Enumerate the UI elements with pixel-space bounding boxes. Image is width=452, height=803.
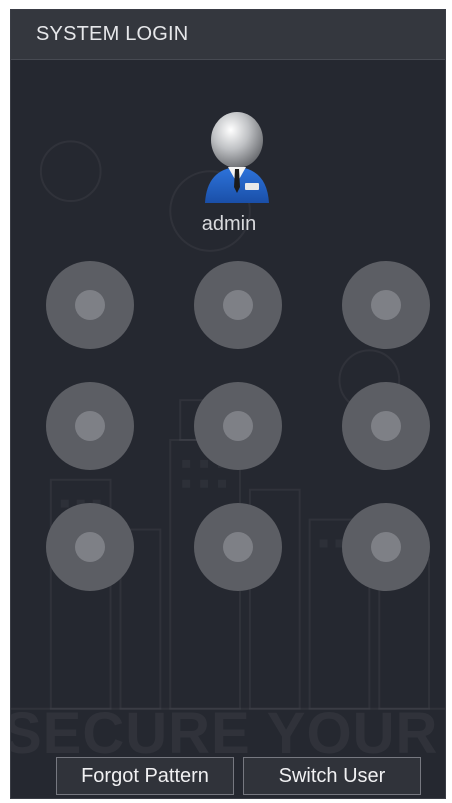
pattern-dot-2[interactable]	[194, 261, 282, 349]
pattern-dot-icon	[75, 532, 105, 562]
pattern-dot-icon	[223, 532, 253, 562]
forgot-pattern-button[interactable]: Forgot Pattern	[56, 757, 234, 795]
pattern-dot-1[interactable]	[46, 261, 134, 349]
pattern-dot-icon	[371, 411, 401, 441]
pattern-dot-icon	[75, 411, 105, 441]
pattern-dot-icon	[223, 290, 253, 320]
pattern-dot-icon	[223, 411, 253, 441]
pattern-dot-4[interactable]	[46, 382, 134, 470]
dialog-title: SYSTEM LOGIN	[36, 23, 189, 45]
pattern-dot-8[interactable]	[194, 503, 282, 591]
username-label: admin	[201, 213, 257, 235]
pattern-dot-9[interactable]	[342, 503, 430, 591]
pattern-dot-6[interactable]	[342, 382, 430, 470]
user-avatar-icon	[205, 112, 269, 203]
switch-user-button[interactable]: Switch User	[243, 757, 421, 795]
title-bar: SYSTEM LOGIN	[11, 10, 445, 60]
pattern-dot-icon	[371, 290, 401, 320]
pattern-dot-7[interactable]	[46, 503, 134, 591]
pattern-dot-icon	[371, 532, 401, 562]
pattern-dot-5[interactable]	[194, 382, 282, 470]
login-dialog: SYSTEM LOGIN SECURE YOUR LI	[10, 9, 446, 799]
pattern-dot-3[interactable]	[342, 261, 430, 349]
pattern-dot-icon	[75, 290, 105, 320]
